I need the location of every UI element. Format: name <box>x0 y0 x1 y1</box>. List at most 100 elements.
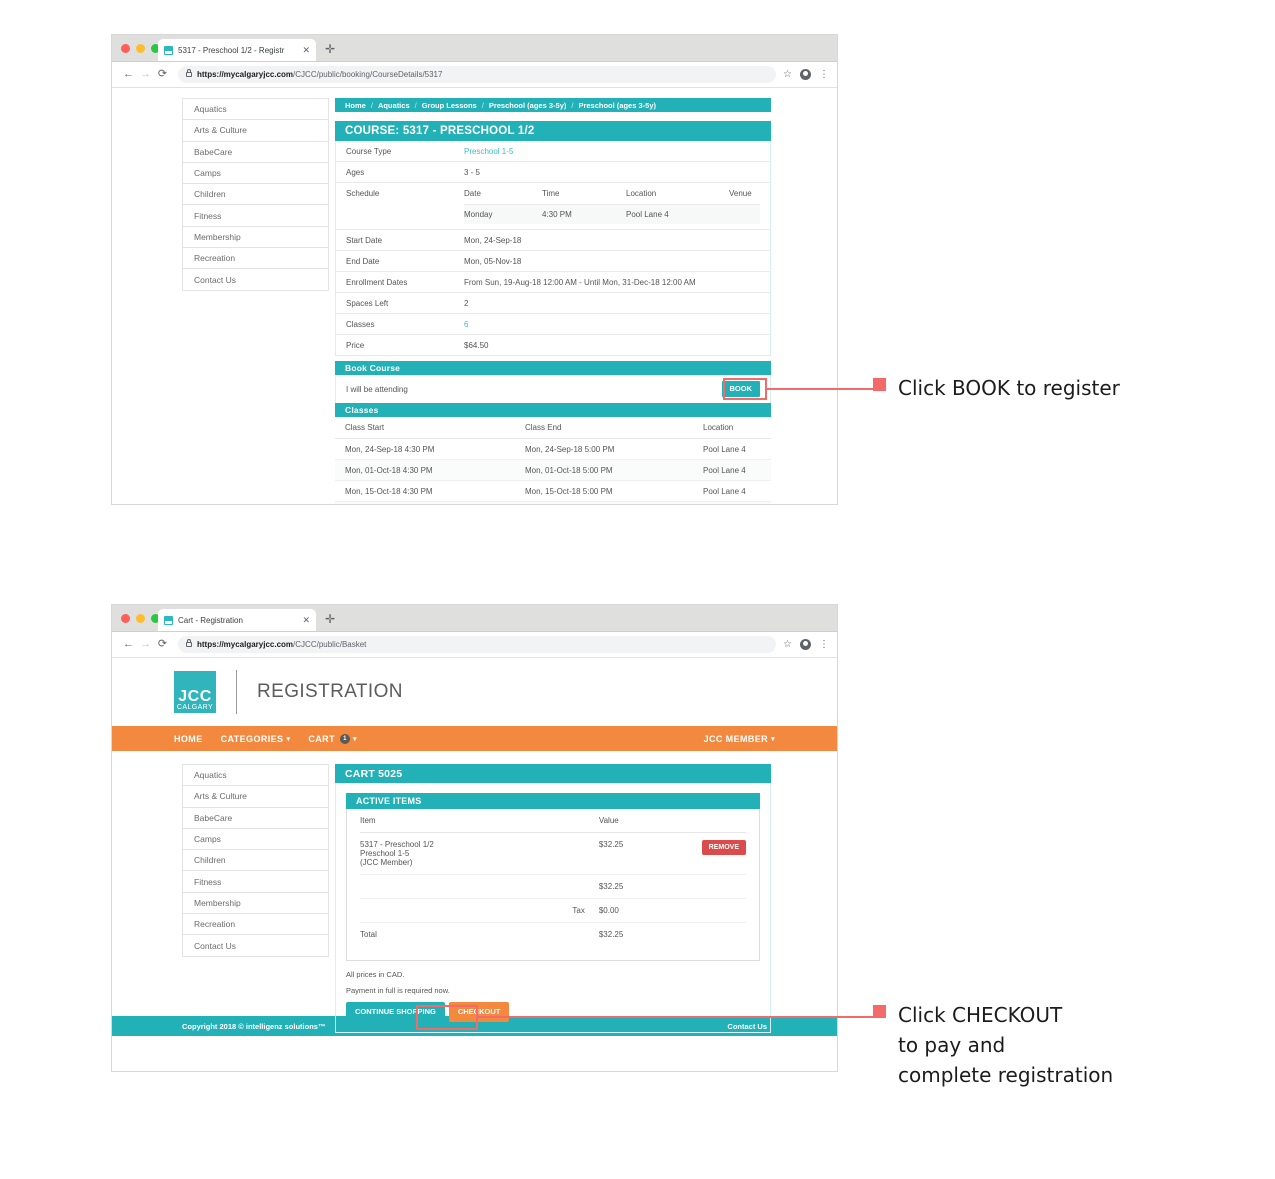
callout-marker-icon <box>873 1005 886 1018</box>
callout-1: Click BOOK to register <box>873 373 1120 403</box>
class-location: Pool Lane 4 <box>693 480 771 502</box>
window-controls[interactable] <box>121 44 160 53</box>
table-row: Mon, 24-Sep-18 4:30 PM Mon, 24-Sep-18 5:… <box>335 438 771 460</box>
continue-shopping-button[interactable]: CONTINUE SHOPPING <box>346 1002 445 1022</box>
course-type-link[interactable]: Preschool 1-5 <box>464 147 513 156</box>
browser-tab[interactable]: 5317 - Preschool 1/2 - Registr ✕ <box>158 39 316 61</box>
detail-label-classes: Classes <box>336 313 454 335</box>
new-tab-icon[interactable]: ✛ <box>325 43 335 55</box>
sidebar-item-babecare[interactable]: BabeCare <box>182 806 329 828</box>
favicon-icon <box>164 45 173 55</box>
classes-table: Class Start Class End Location Mon, 24-S… <box>335 417 771 504</box>
table-row: Course Type Preschool 1-5 <box>336 141 770 162</box>
sidebar-item-contact-us[interactable]: Contact Us <box>182 934 329 957</box>
toolbar-icons: ☆ ⋮ <box>783 639 829 650</box>
avatar-icon[interactable] <box>800 639 811 650</box>
three-dot-menu-icon[interactable]: ⋮ <box>819 639 829 650</box>
nav-item-home[interactable]: HOME <box>174 734 203 744</box>
nav-home-label: HOME <box>174 733 203 744</box>
schedule-col-venue: Venue <box>729 188 752 198</box>
minimize-window-button[interactable] <box>136 44 145 53</box>
back-arrow-icon[interactable]: ← <box>120 639 137 650</box>
class-end: Mon, 15-Oct-18 5:00 PM <box>515 480 693 502</box>
close-icon[interactable]: ✕ <box>302 615 310 625</box>
close-window-button[interactable] <box>121 44 130 53</box>
window-controls[interactable] <box>121 614 160 623</box>
callout-leader-line-2 <box>478 1016 875 1018</box>
jcc-logo: JCC CALGARY <box>174 671 216 713</box>
schedule-col-date: Date <box>464 188 481 198</box>
three-dot-menu-icon[interactable]: ⋮ <box>819 69 829 80</box>
attending-text: I will be attending <box>346 384 408 394</box>
logo-text-jcc: JCC <box>178 688 212 705</box>
address-bar[interactable]: https://mycalgaryjcc.com/CJCC/public/boo… <box>178 66 777 83</box>
sidebar-item-contact-us[interactable]: Contact Us <box>182 268 329 291</box>
new-tab-icon[interactable]: ✛ <box>325 613 335 625</box>
table-row: End Date Mon, 05-Nov-18 <box>336 250 770 272</box>
sidebar-item-babecare[interactable]: BabeCare <box>182 140 329 162</box>
breadcrumb-preschool-1[interactable]: Preschool (ages 3-5y) <box>489 101 567 110</box>
sidebar-item-recreation[interactable]: Recreation <box>182 247 329 269</box>
active-items-header: ACTIVE ITEMS <box>346 793 760 809</box>
browser-toolbar: ← → ⟳ https://mycalgaryjcc.com/CJCC/publ… <box>112 62 837 88</box>
class-end: Mon, 22-Oct-18 5:00 PM <box>515 501 693 504</box>
breadcrumb-home[interactable]: Home <box>345 101 366 110</box>
table-row: Spaces Left 2 <box>336 292 770 314</box>
category-sidebar-cart: Aquatics Arts & Culture BabeCare Camps C… <box>182 764 329 957</box>
detail-value-spaces-left: 2 <box>454 292 770 314</box>
detail-value-schedule: Date Time Location Venue Monday 4:30 PM … <box>454 182 770 230</box>
sidebar-item-children[interactable]: Children <box>182 183 329 205</box>
cart-title-header: CART 5025 <box>335 764 771 783</box>
sidebar-item-aquatics[interactable]: Aquatics <box>182 98 329 120</box>
close-window-button[interactable] <box>121 614 130 623</box>
nav-item-cart[interactable]: CART 1 ▾ <box>308 733 357 744</box>
avatar-icon[interactable] <box>800 69 811 80</box>
sidebar-item-arts-culture[interactable]: Arts & Culture <box>182 119 329 141</box>
sidebar-item-membership[interactable]: Membership <box>182 225 329 248</box>
schedule-time: 4:30 PM <box>542 203 626 224</box>
remove-button[interactable]: REMOVE <box>701 840 746 855</box>
checkout-button[interactable]: CHECKOUT <box>448 1002 510 1022</box>
address-bar[interactable]: https://mycalgaryjcc.com/CJCC/public/Bas… <box>178 636 777 653</box>
table-row: Mon, 15-Oct-18 4:30 PM Mon, 15-Oct-18 5:… <box>335 480 771 502</box>
book-button[interactable]: BOOK <box>721 381 760 397</box>
cart-page-body: Aquatics Arts & Culture BabeCare Camps C… <box>112 751 837 1033</box>
sidebar-item-children[interactable]: Children <box>182 849 329 871</box>
sidebar-item-aquatics[interactable]: Aquatics <box>182 764 329 786</box>
breadcrumb-preschool-2[interactable]: Preschool (ages 3-5y) <box>578 101 656 110</box>
page-title: REGISTRATION <box>257 681 403 702</box>
detail-label-end-date: End Date <box>336 250 454 272</box>
schedule-venue <box>729 203 760 224</box>
sidebar-item-recreation[interactable]: Recreation <box>182 913 329 935</box>
star-icon[interactable]: ☆ <box>783 69 792 80</box>
breadcrumb-aquatics[interactable]: Aquatics <box>378 101 410 110</box>
browser-tab[interactable]: Cart - Registration ✕ <box>158 609 316 631</box>
sidebar-item-camps[interactable]: Camps <box>182 161 329 184</box>
forward-arrow-icon[interactable]: → <box>137 639 154 650</box>
breadcrumb-separator: / <box>571 100 574 110</box>
nav-item-categories[interactable]: CATEGORIES ▾ <box>221 734 291 744</box>
close-icon[interactable]: ✕ <box>302 45 310 55</box>
sidebar-item-camps[interactable]: Camps <box>182 827 329 850</box>
back-arrow-icon[interactable]: ← <box>120 69 137 80</box>
breadcrumb-group-lessons[interactable]: Group Lessons <box>422 101 477 110</box>
forward-arrow-icon[interactable]: → <box>137 69 154 80</box>
class-end: Mon, 24-Sep-18 5:00 PM <box>515 438 693 460</box>
callout-1-text: Click BOOK to register <box>898 376 1120 400</box>
sidebar-item-membership[interactable]: Membership <box>182 891 329 914</box>
sidebar-item-fitness[interactable]: Fitness <box>182 204 329 226</box>
detail-label-spaces-left: Spaces Left <box>336 292 454 314</box>
classes-count-link[interactable]: 6 <box>464 320 468 329</box>
breadcrumb-separator: / <box>481 100 484 110</box>
reload-icon[interactable]: ⟳ <box>154 69 171 80</box>
nav-item-member[interactable]: JCC MEMBER ▾ <box>704 734 775 744</box>
sidebar-item-fitness[interactable]: Fitness <box>182 870 329 892</box>
minimize-window-button[interactable] <box>136 614 145 623</box>
table-row: 5317 - Preschool 1/2 Preschool 1-5 (JCC … <box>360 832 746 875</box>
table-row-total: Total $32.25 <box>360 923 746 947</box>
book-course-header: Book Course <box>335 361 771 375</box>
reload-icon[interactable]: ⟳ <box>154 639 171 650</box>
star-icon[interactable]: ☆ <box>783 639 792 650</box>
browser-tab-strip: 5317 - Preschool 1/2 - Registr ✕ ✛ <box>112 35 837 62</box>
sidebar-item-arts-culture[interactable]: Arts & Culture <box>182 785 329 807</box>
